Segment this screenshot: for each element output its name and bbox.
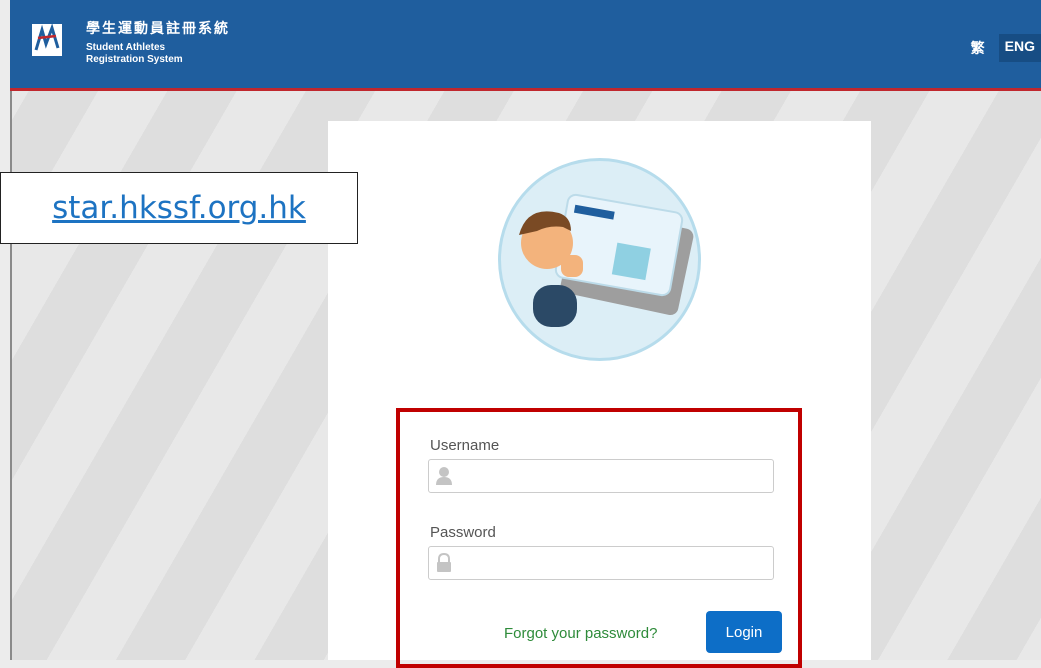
url-callout: star.hkssf.org.hk xyxy=(0,172,358,244)
login-form-highlight: Username Password Forgot your password? … xyxy=(396,408,802,668)
password-input[interactable] xyxy=(459,547,763,581)
user-id-card-icon xyxy=(498,158,701,361)
brand-title-en-1: Student Athletes xyxy=(86,42,166,53)
brand-title: 學生運動員註冊系統 Student Athletes Registration … xyxy=(86,18,230,66)
lang-en-button[interactable]: ENG xyxy=(998,34,1041,62)
lang-zh-button[interactable]: 繁 xyxy=(965,34,991,62)
password-field[interactable] xyxy=(428,546,774,581)
username-label: Username xyxy=(430,437,500,454)
lock-icon xyxy=(437,553,451,572)
username-field[interactable] xyxy=(428,459,774,494)
brand-title-en-2: Registration System xyxy=(86,54,183,65)
user-icon xyxy=(436,467,452,485)
site-url-link[interactable]: star.hkssf.org.hk xyxy=(52,190,306,226)
brand-title-zh: 學生運動員註冊系統 xyxy=(86,21,230,37)
password-label: Password xyxy=(430,524,496,541)
forgot-password-link[interactable]: Forgot your password? xyxy=(504,625,657,642)
login-button[interactable]: Login xyxy=(706,611,782,653)
username-input[interactable] xyxy=(459,460,763,494)
language-switcher: 繁 ENG xyxy=(965,34,1041,62)
star-logo-icon xyxy=(32,24,62,56)
header-bar: 學生運動員註冊系統 Student Athletes Registration … xyxy=(10,0,1041,91)
